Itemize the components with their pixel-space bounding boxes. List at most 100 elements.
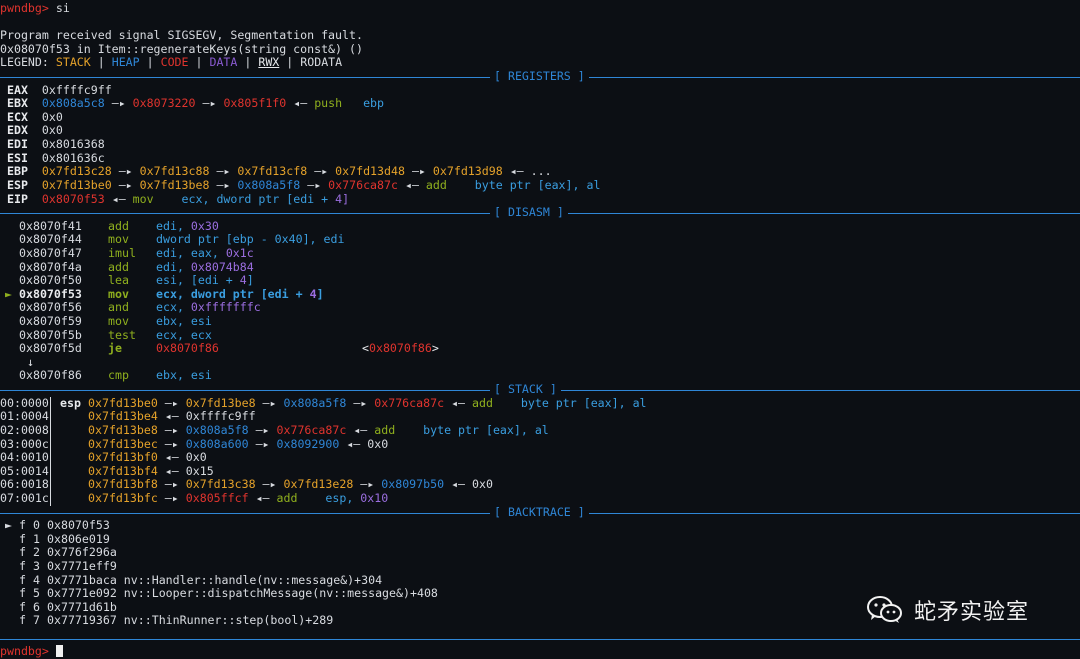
input-prompt-line[interactable]: pwndbg> xyxy=(0,644,63,659)
arrow: ◂— xyxy=(451,395,466,410)
reg-chain: 0x808a5f8 xyxy=(237,177,301,192)
stack-row[interactable]: 04:0010 0x7fd13bf0 ◂— 0x0 xyxy=(0,450,1080,465)
frame-index: f 0 xyxy=(19,518,40,533)
stack-chain: 0x8097b50 xyxy=(381,477,445,492)
disasm-row[interactable]: 0x8070f44 mov dword ptr [ebp - 0x40], edi xyxy=(0,233,1080,247)
stack-value: 0x15 xyxy=(185,463,214,478)
frame-symbol: nv::Looper::dispatchMessage(nv::message&… xyxy=(123,586,438,601)
stack-chain: 0x776ca87c xyxy=(374,395,445,410)
stack-row[interactable]: 02:0008 0x7fd13be8 —▸ 0x808a5f8 —▸ 0x776c… xyxy=(0,423,1080,438)
reg-name: ESI xyxy=(6,150,28,165)
stack-index: 07:001c xyxy=(0,490,49,505)
disasm-row-current[interactable]: ► 0x8070f53 mov ecx, dword ptr [edi + 4] xyxy=(0,286,1080,302)
reg-name: EIP xyxy=(6,191,28,206)
ops-num: 0x1c xyxy=(225,245,254,260)
disasm-row[interactable]: 0x8070f41 add edi, 0x30 xyxy=(0,218,1080,234)
arrow: —▸ xyxy=(262,395,277,410)
watermark: 蛇矛实验室 xyxy=(866,594,1029,626)
register-esi: ESI 0x801636c xyxy=(0,150,1080,166)
arrow: —▸ xyxy=(164,436,179,451)
disasm-addr: 0x8070f59 xyxy=(19,314,82,329)
register-edi: EDI 0x8016368 xyxy=(0,137,1080,152)
arrow: ◂— xyxy=(255,490,270,505)
disasm-row[interactable]: 0x8070f47 imul edi, eax, 0x1c xyxy=(0,245,1080,261)
watermark-text: 蛇矛实验室 xyxy=(914,600,1030,625)
disasm-row[interactable]: 0x8070f59 mov ebx, esi xyxy=(0,314,1080,329)
reg-chain: 0x776ca87c xyxy=(328,177,398,192)
reg-chain: 0x7fd13d98 xyxy=(432,164,503,179)
signal-line: Program received signal SIGSEGV, Segment… xyxy=(0,28,363,43)
stack-row[interactable]: 00:0000 esp 0x7fd13be0 —▸ 0x7fd13be8 —▸ 0x… xyxy=(0,395,1080,411)
reg-ins: mov xyxy=(132,191,154,206)
stack-row[interactable]: 05:0014 0x7fd13bf4 ◂— 0x15 xyxy=(0,463,1080,479)
disasm-row[interactable]: 0x8070f5b test ecx, ecx xyxy=(0,327,1080,343)
reg-name: EAX xyxy=(6,82,28,97)
reg-value: 0x0 xyxy=(41,109,63,124)
legend-sep: | xyxy=(97,55,105,70)
stack-row[interactable]: 03:000c 0x7fd13bec —▸ 0x808a600 —▸ 0x8092… xyxy=(0,436,1080,452)
stack-ins: add xyxy=(472,395,493,410)
backtrace-frame[interactable]: f 3 0x7771eff9 xyxy=(0,558,1080,574)
legend-rodata: RODATA xyxy=(300,55,343,70)
stack-arg: esp, xyxy=(325,490,354,505)
arrow: ◂— xyxy=(293,96,308,111)
ops-text: esi, [edi + xyxy=(156,273,233,288)
frame-addr: 0x7771eff9 xyxy=(47,558,117,573)
disasm-ins: mov xyxy=(108,232,129,247)
reg-arg: byte ptr [eax], al xyxy=(474,177,601,192)
disasm-addr: 0x8070f41 xyxy=(19,218,82,233)
stack-row[interactable]: 06:0018 0x7fd13bf8 —▸ 0x7fd13c38 —▸ 0x7fd… xyxy=(0,478,1080,492)
legend-rwx: RWX xyxy=(258,55,280,70)
terminal[interactable]: pwndbg> si Program received signal SIGSE… xyxy=(0,1,1080,628)
disasm-row[interactable]: 0x8070f5d je 0x8070f86 <0x8070f86> xyxy=(0,341,1080,356)
prompt: pwndbg> xyxy=(0,644,49,658)
legend-line: LEGEND: STACK | HEAP | CODE | DATA | RWX… xyxy=(0,56,1080,70)
reg-name: ECX xyxy=(6,109,28,124)
frame-addr: 0x7771d61b xyxy=(47,599,117,614)
frame-addr: 0x77719367 xyxy=(47,613,117,628)
arrow: —▸ xyxy=(353,395,368,410)
arrow: ◂— xyxy=(404,177,419,192)
disasm-addr: 0x8070f5b xyxy=(19,327,82,342)
register-ebp: EBP 0x7fd13c28 —▸ 0x7fd13c88 —▸ 0x7fd13c… xyxy=(0,165,1080,179)
legend-label: LEGEND: xyxy=(0,55,49,70)
reg-value: 0x801636c xyxy=(41,150,105,165)
disasm-row[interactable]: 0x8070f56 and ecx, 0xfffffffc xyxy=(0,301,1080,315)
disasm-row[interactable]: 0x8070f50 lea esi, [edi + 4] xyxy=(0,273,1080,288)
backtrace-frame[interactable]: f 1 0x806e019 xyxy=(0,531,1080,547)
arrow: ◂— xyxy=(164,409,179,424)
frame-index: f 1 xyxy=(19,531,40,546)
backtrace-frame[interactable]: f 2 0x776f296a xyxy=(0,546,1080,560)
stack-divider: [ STACK ] xyxy=(0,382,1080,397)
backtrace-frame-current[interactable]: ► f 0 0x8070f53 xyxy=(0,519,1080,533)
legend-sep: | xyxy=(146,55,154,70)
disasm-ins: add xyxy=(108,218,129,233)
disasm-row[interactable]: 0x8070f86 cmp ebx, esi xyxy=(0,369,1080,383)
stack-addr: 0x7fd13bfc xyxy=(88,490,158,505)
register-eip: EIP 0x8070f53 ◂— mov ecx, dword ptr [edi… xyxy=(0,191,1080,207)
registers-divider: [ REGISTERS ] xyxy=(0,69,1080,84)
disasm-ops: dword ptr [ebp - 0x40], edi xyxy=(156,232,345,247)
arrow: —▸ xyxy=(164,490,179,505)
stack-row[interactable]: 07:001c 0x7fd13bfc —▸ 0x805ffcf ◂— add es… xyxy=(0,490,1080,506)
arrow: —▸ xyxy=(118,164,133,179)
disasm-ops: edi, eax, 0x1c xyxy=(156,245,254,261)
arrow: —▸ xyxy=(164,477,179,492)
reg-ins: add xyxy=(425,177,447,192)
reg-name: EDX xyxy=(6,123,28,138)
reg-chain: 0x7fd13cf8 xyxy=(237,164,308,179)
frame-index: f 3 xyxy=(19,558,40,573)
arrow: —▸ xyxy=(255,436,270,451)
ops-text: ecx, dword ptr [edi + xyxy=(156,286,303,301)
backtrace-frame[interactable]: f 4 0x7771baca nv::Handler::handle(nv::me… xyxy=(0,573,1080,588)
arrow: —▸ xyxy=(216,164,231,179)
backtrace-divider: [ BACKTRACE ] xyxy=(0,505,1080,520)
disasm-ins: test xyxy=(108,327,136,342)
command-line: pwndbg> si xyxy=(0,1,1080,16)
legend-data: DATA xyxy=(209,55,238,70)
reg-value: 0x8016368 xyxy=(41,137,105,152)
stack-row[interactable]: 01:0004 0x7fd13be4 ◂— 0xffffc9ff xyxy=(0,409,1080,424)
register-ebx: EBX 0x808a5c8 —▸ 0x8073220 —▸ 0x805f1f0 … xyxy=(0,96,1080,111)
jump-target[interactable]: 0x8070f86 xyxy=(156,342,219,356)
disasm-row[interactable]: 0x8070f4a add edi, 0x8074b84 xyxy=(0,260,1080,275)
